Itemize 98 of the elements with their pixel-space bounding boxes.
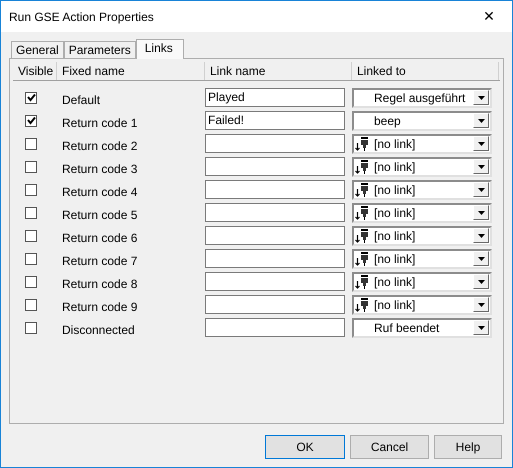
plug-icon [355,252,369,266]
dropdown-value: [no link] [374,252,416,266]
link-name-field[interactable] [205,226,345,245]
plug-icon [355,298,369,312]
link-name-field[interactable] [205,318,345,337]
caret-icon [478,96,484,100]
column-header[interactable]: Fixed name [57,62,205,80]
fixed-name: Return code 3 [62,162,138,176]
window-title: Run GSE Action Properties [8,10,154,24]
dropdown-arrow-button[interactable] [473,251,489,266]
caret-icon [478,326,484,330]
checkbox[interactable] [25,276,37,288]
checkmark-icon [26,93,36,102]
fixed-name: Return code 4 [62,184,138,198]
dropdown-value: [no link] [374,298,416,312]
dropdown-value: [no link] [374,136,416,150]
tab[interactable]: Links [136,39,184,59]
column-header[interactable]: Visible [13,62,57,80]
dropdown-value: Regel ausgeführt [373,90,466,104]
caret-icon [478,142,484,146]
dropdown-value: [no link] [374,182,416,196]
linked-to-dropdown[interactable]: [no link] [352,248,492,268]
column-header[interactable]: Linked to [352,62,499,80]
dialog-button[interactable]: OK [265,435,345,459]
dropdown-arrow-button[interactable] [473,228,489,243]
dropdown-value: [no link] [374,274,416,288]
checkbox[interactable] [25,230,37,242]
linked-to-dropdown[interactable]: [no link] [352,134,492,154]
checkbox[interactable] [25,138,37,150]
dropdown-value: [no link] [374,206,416,220]
plug-icon [355,274,369,288]
fixed-name: Default [62,92,100,106]
link-name-field[interactable] [205,134,345,153]
caret-icon [478,280,484,284]
checkbox[interactable] [25,184,37,196]
plug-icon [355,136,369,150]
tab[interactable]: Parameters [64,41,136,58]
dropdown-arrow-button[interactable] [473,113,489,128]
linked-to-dropdown[interactable]: [no link] [352,226,492,246]
caret-icon [478,188,484,192]
link-name-field[interactable] [205,249,345,268]
link-name-field[interactable] [205,295,345,314]
caret-icon [478,210,484,214]
checkbox[interactable] [25,92,37,104]
dialog-button[interactable]: Cancel [350,435,429,459]
fixed-name: Return code 2 [62,138,138,152]
dropdown-arrow-button[interactable] [473,90,489,105]
caret-icon [478,302,484,306]
link-name-field[interactable]: Played [205,88,345,107]
checkmark-icon [26,116,36,125]
checkbox[interactable] [25,206,37,218]
linked-to-dropdown[interactable]: [no link] [352,202,492,222]
dialog-button[interactable]: Help [434,435,502,459]
dropdown-arrow-button[interactable] [473,182,489,197]
link-name-field[interactable]: Failed! [205,111,345,130]
link-name-field[interactable] [205,272,345,291]
linked-to-dropdown[interactable]: Regel ausgeführt [352,88,492,108]
dropdown-arrow-button[interactable] [473,205,489,220]
dropdown-arrow-button[interactable] [473,159,489,174]
checkbox[interactable] [25,322,37,334]
tab[interactable]: General [11,41,64,58]
checkbox[interactable] [25,160,37,172]
link-name-field[interactable] [205,157,345,176]
caret-icon [478,164,484,168]
linked-to-dropdown[interactable]: [no link] [352,180,492,200]
linked-to-dropdown[interactable]: [no link] [352,272,492,292]
dropdown-arrow-button[interactable] [473,297,489,312]
linked-to-dropdown[interactable]: [no link] [352,294,492,314]
dropdown-arrow-button[interactable] [473,274,489,289]
linked-to-dropdown[interactable]: [no link] [352,156,492,176]
fixed-name: Return code 9 [62,300,138,314]
plug-icon [355,160,369,174]
caret-icon [478,256,484,260]
caret-icon [478,118,484,122]
link-name-field[interactable] [205,180,345,199]
fixed-name: Return code 1 [62,116,138,130]
dropdown-value: [no link] [374,228,416,242]
fixed-name: Return code 6 [62,230,138,244]
plug-icon [355,182,369,196]
column-header[interactable]: Link name [205,62,352,80]
dropdown-value: [no link] [374,160,416,174]
dropdown-arrow-button[interactable] [473,136,489,151]
linked-to-dropdown[interactable]: Ruf beendet [352,318,492,338]
dropdown-value: beep [373,114,402,128]
checkbox[interactable] [25,252,37,264]
link-name-field[interactable] [205,203,345,222]
caret-icon [478,234,484,238]
dropdown-arrow-button[interactable] [473,320,489,335]
checkbox[interactable] [25,114,37,126]
plug-icon [355,228,369,242]
checkbox[interactable] [25,298,37,310]
fixed-name: Return code 5 [62,208,138,222]
fixed-name: Disconnected [62,322,135,336]
plug-icon [355,206,369,220]
dropdown-value: Ruf beendet [373,320,440,334]
fixed-name: Return code 7 [62,254,138,268]
fixed-name: Return code 8 [62,276,138,290]
linked-to-dropdown[interactable]: beep [352,110,492,130]
